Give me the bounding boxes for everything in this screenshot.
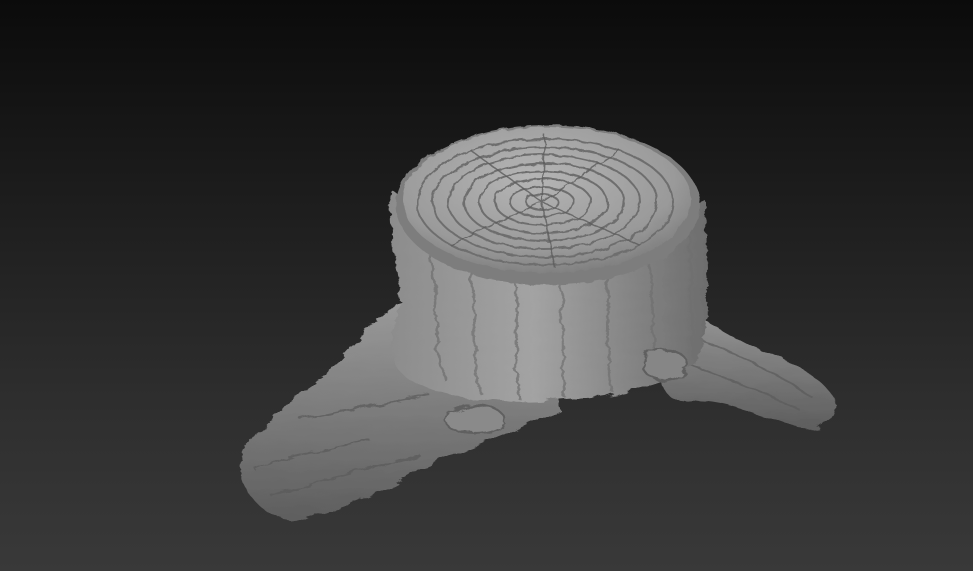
3d-viewport[interactable] xyxy=(0,0,973,571)
stump-top-rings xyxy=(396,125,700,285)
sculpt-render xyxy=(239,125,836,520)
